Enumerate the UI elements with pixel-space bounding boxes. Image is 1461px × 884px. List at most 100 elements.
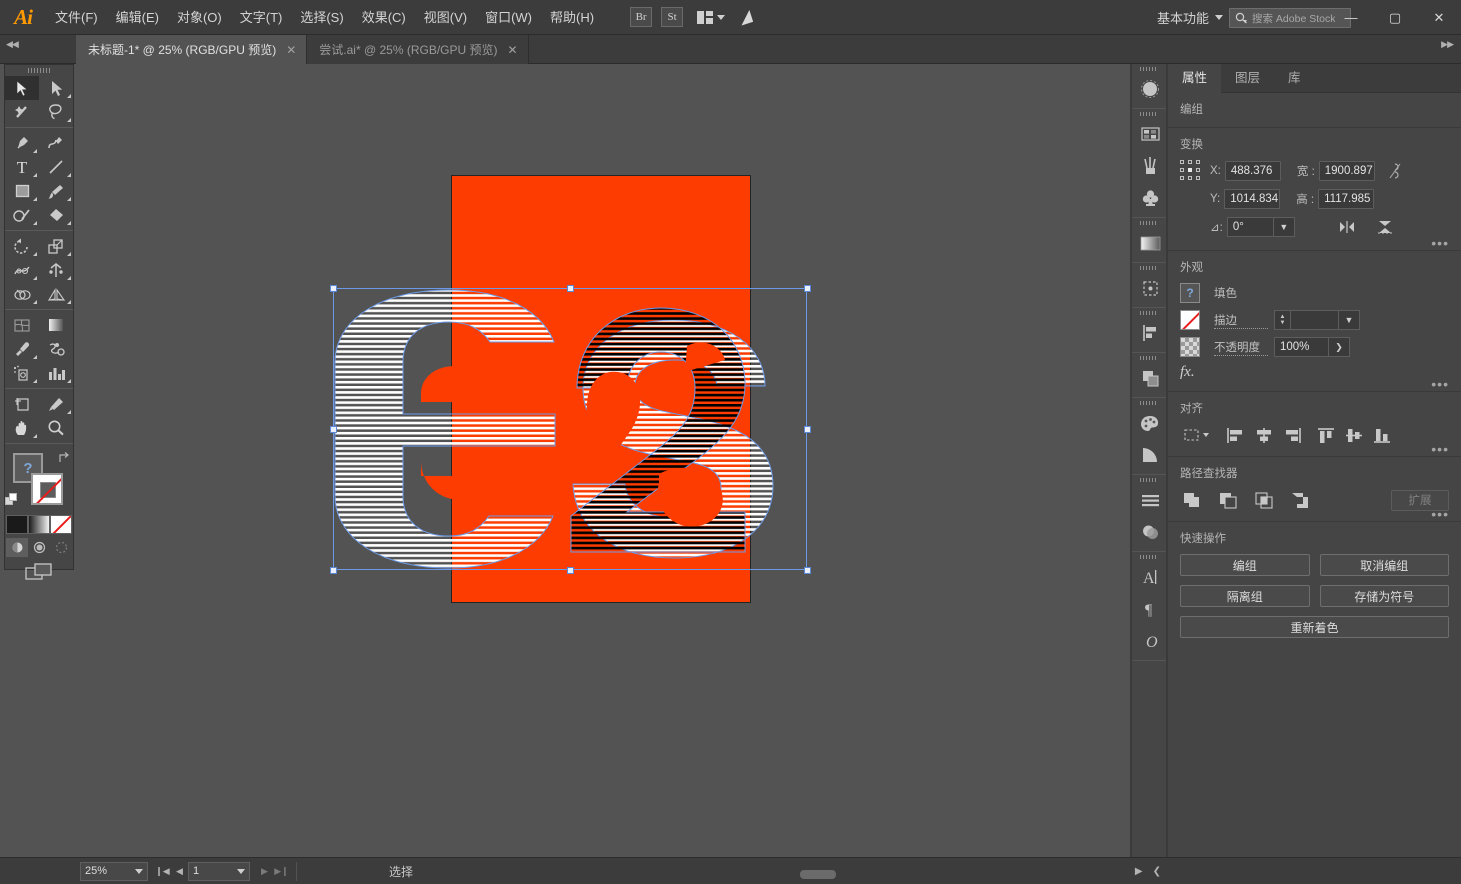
gradient-panel-icon[interactable]	[1132, 227, 1168, 259]
artboard-tool[interactable]	[5, 392, 39, 416]
align-more-options[interactable]: •••	[1431, 446, 1449, 452]
draw-normal-icon[interactable]	[6, 538, 28, 557]
tab-layers[interactable]: 图层	[1221, 64, 1274, 93]
isolate-group-button[interactable]: 隔离组	[1180, 585, 1310, 607]
width-tool[interactable]	[5, 258, 39, 282]
pen-tool[interactable]	[5, 131, 39, 155]
align-left[interactable]	[1224, 424, 1248, 446]
document-tab-2[interactable]: 尝试.ai* @ 25% (RGB/GPU 预览) ✕	[307, 35, 528, 64]
menu-object[interactable]: 对象(O)	[168, 0, 231, 35]
canvas-viewport[interactable]: ▲ ▼	[76, 64, 1145, 857]
pathfinder-more-options[interactable]: •••	[1431, 511, 1449, 517]
color-panel-icon[interactable]	[1132, 407, 1168, 439]
first-artboard-icon[interactable]: ❙◀	[154, 862, 171, 881]
pathfinder-exclude[interactable]	[1288, 489, 1312, 511]
opacity-options-icon[interactable]: ❯	[1328, 337, 1350, 357]
transform-more-options[interactable]: •••	[1431, 240, 1449, 246]
eyedropper-tool[interactable]	[5, 337, 39, 361]
rail-drag-handle[interactable]	[1132, 353, 1166, 362]
rail-drag-handle[interactable]	[1132, 475, 1166, 484]
selection-handle-bl[interactable]	[330, 567, 337, 574]
align-vertical-center[interactable]	[1342, 424, 1366, 446]
pathfinder-unite[interactable]	[1180, 489, 1204, 511]
menu-file[interactable]: 文件(F)	[46, 0, 107, 35]
fill-swatch[interactable]: ?	[1180, 283, 1200, 303]
color-mode-gradient[interactable]	[28, 515, 50, 534]
fx-button[interactable]: fx.	[1180, 364, 1195, 381]
symbols-panel-icon[interactable]	[1132, 182, 1168, 214]
close-icon[interactable]: ✕	[508, 44, 518, 56]
selection-handle-tl[interactable]	[330, 285, 337, 292]
color-mode-solid[interactable]	[6, 515, 28, 534]
menu-effect[interactable]: 效果(C)	[353, 0, 415, 35]
rail-drag-handle[interactable]	[1132, 218, 1166, 227]
swap-fill-stroke-icon[interactable]	[57, 451, 71, 465]
appearance-more-options[interactable]: •••	[1431, 381, 1449, 387]
close-icon[interactable]: ✕	[286, 44, 296, 56]
line-segment-tool[interactable]	[39, 155, 73, 179]
ungroup-button[interactable]: 取消编组	[1320, 554, 1450, 576]
slice-tool[interactable]	[39, 392, 73, 416]
pathfinder-minus-front[interactable]	[1216, 489, 1240, 511]
direct-selection-tool[interactable]	[39, 76, 73, 100]
menu-view[interactable]: 视图(V)	[415, 0, 476, 35]
angle-dropdown-icon[interactable]: ▼	[1273, 217, 1295, 237]
stroke-weight-input[interactable]	[1290, 310, 1338, 330]
rail-drag-handle[interactable]	[1132, 109, 1166, 118]
menu-select[interactable]: 选择(S)	[291, 0, 352, 35]
minimize-button[interactable]: —	[1329, 0, 1373, 35]
maximize-button[interactable]: ▢	[1373, 0, 1417, 35]
status-collapse-icon[interactable]: ❮	[1153, 866, 1161, 877]
stroke-swatch[interactable]	[31, 473, 63, 505]
y-input[interactable]: 1014.834	[1224, 189, 1280, 209]
document-tab-1[interactable]: 未标题-1* @ 25% (RGB/GPU 预览) ✕	[76, 35, 307, 64]
selection-handle-tc[interactable]	[567, 285, 574, 292]
selection-tool[interactable]	[5, 76, 39, 100]
transform-panel-icon[interactable]	[1132, 272, 1168, 304]
paragraph-panel-icon[interactable]: ¶	[1132, 593, 1168, 625]
selection-handle-tr[interactable]	[804, 285, 811, 292]
group-button[interactable]: 编组	[1180, 554, 1310, 576]
selection-handle-mr[interactable]	[804, 426, 811, 433]
stroke-options-dropdown-icon[interactable]: ▼	[1338, 310, 1360, 330]
scale-tool[interactable]	[39, 234, 73, 258]
menu-help[interactable]: 帮助(H)	[541, 0, 603, 35]
menu-window[interactable]: 窗口(W)	[476, 0, 541, 35]
status-text[interactable]: 选择	[389, 863, 413, 880]
selection-handle-bc[interactable]	[567, 567, 574, 574]
stock-button[interactable]: St	[661, 7, 683, 27]
brushes-panel-icon[interactable]	[1132, 73, 1168, 105]
rail-drag-handle[interactable]	[1132, 263, 1166, 272]
angle-input[interactable]: 0°	[1227, 217, 1273, 237]
column-graph-tool[interactable]	[39, 361, 73, 385]
stroke-weight-stepper[interactable]: ▲▼	[1274, 310, 1290, 330]
gradient-tool[interactable]	[39, 313, 73, 337]
arrange-documents-button[interactable]	[697, 11, 725, 24]
workspace-switcher[interactable]: 基本功能	[1157, 0, 1223, 35]
stroke-panel-icon[interactable]	[1132, 484, 1168, 516]
character-panel-icon[interactable]: A	[1132, 561, 1168, 593]
brush-libraries-panel-icon[interactable]	[1132, 150, 1168, 182]
transparency-panel-icon[interactable]	[1132, 516, 1168, 548]
mesh-tool[interactable]	[5, 313, 39, 337]
artboard-number-selector[interactable]: 1	[188, 862, 250, 881]
align-top[interactable]	[1314, 424, 1338, 446]
tab-properties[interactable]: 属性	[1168, 64, 1221, 93]
curvature-tool[interactable]	[39, 131, 73, 155]
previous-artboard-icon[interactable]: ◀	[171, 862, 188, 881]
selection-handle-ml[interactable]	[330, 426, 337, 433]
x-input[interactable]: 488.376	[1225, 161, 1281, 181]
eraser-tool[interactable]	[39, 203, 73, 227]
next-artboard-icon[interactable]: ▶	[256, 862, 273, 881]
height-input[interactable]: 1117.985	[1318, 189, 1374, 209]
reference-point-selector[interactable]	[1180, 160, 1202, 182]
link-dimensions-icon[interactable]	[1383, 160, 1407, 182]
color-guide-panel-icon[interactable]	[1132, 439, 1168, 471]
status-menu-icon[interactable]: ▶	[1135, 866, 1143, 877]
lasso-tool[interactable]	[39, 100, 73, 124]
glyph-e[interactable]	[335, 290, 555, 568]
home-screen-icon[interactable]: ◢	[736, 6, 754, 29]
align-horizontal-center[interactable]	[1252, 424, 1276, 446]
draw-inside-icon[interactable]	[50, 538, 72, 557]
shape-builder-tool[interactable]	[5, 282, 39, 306]
